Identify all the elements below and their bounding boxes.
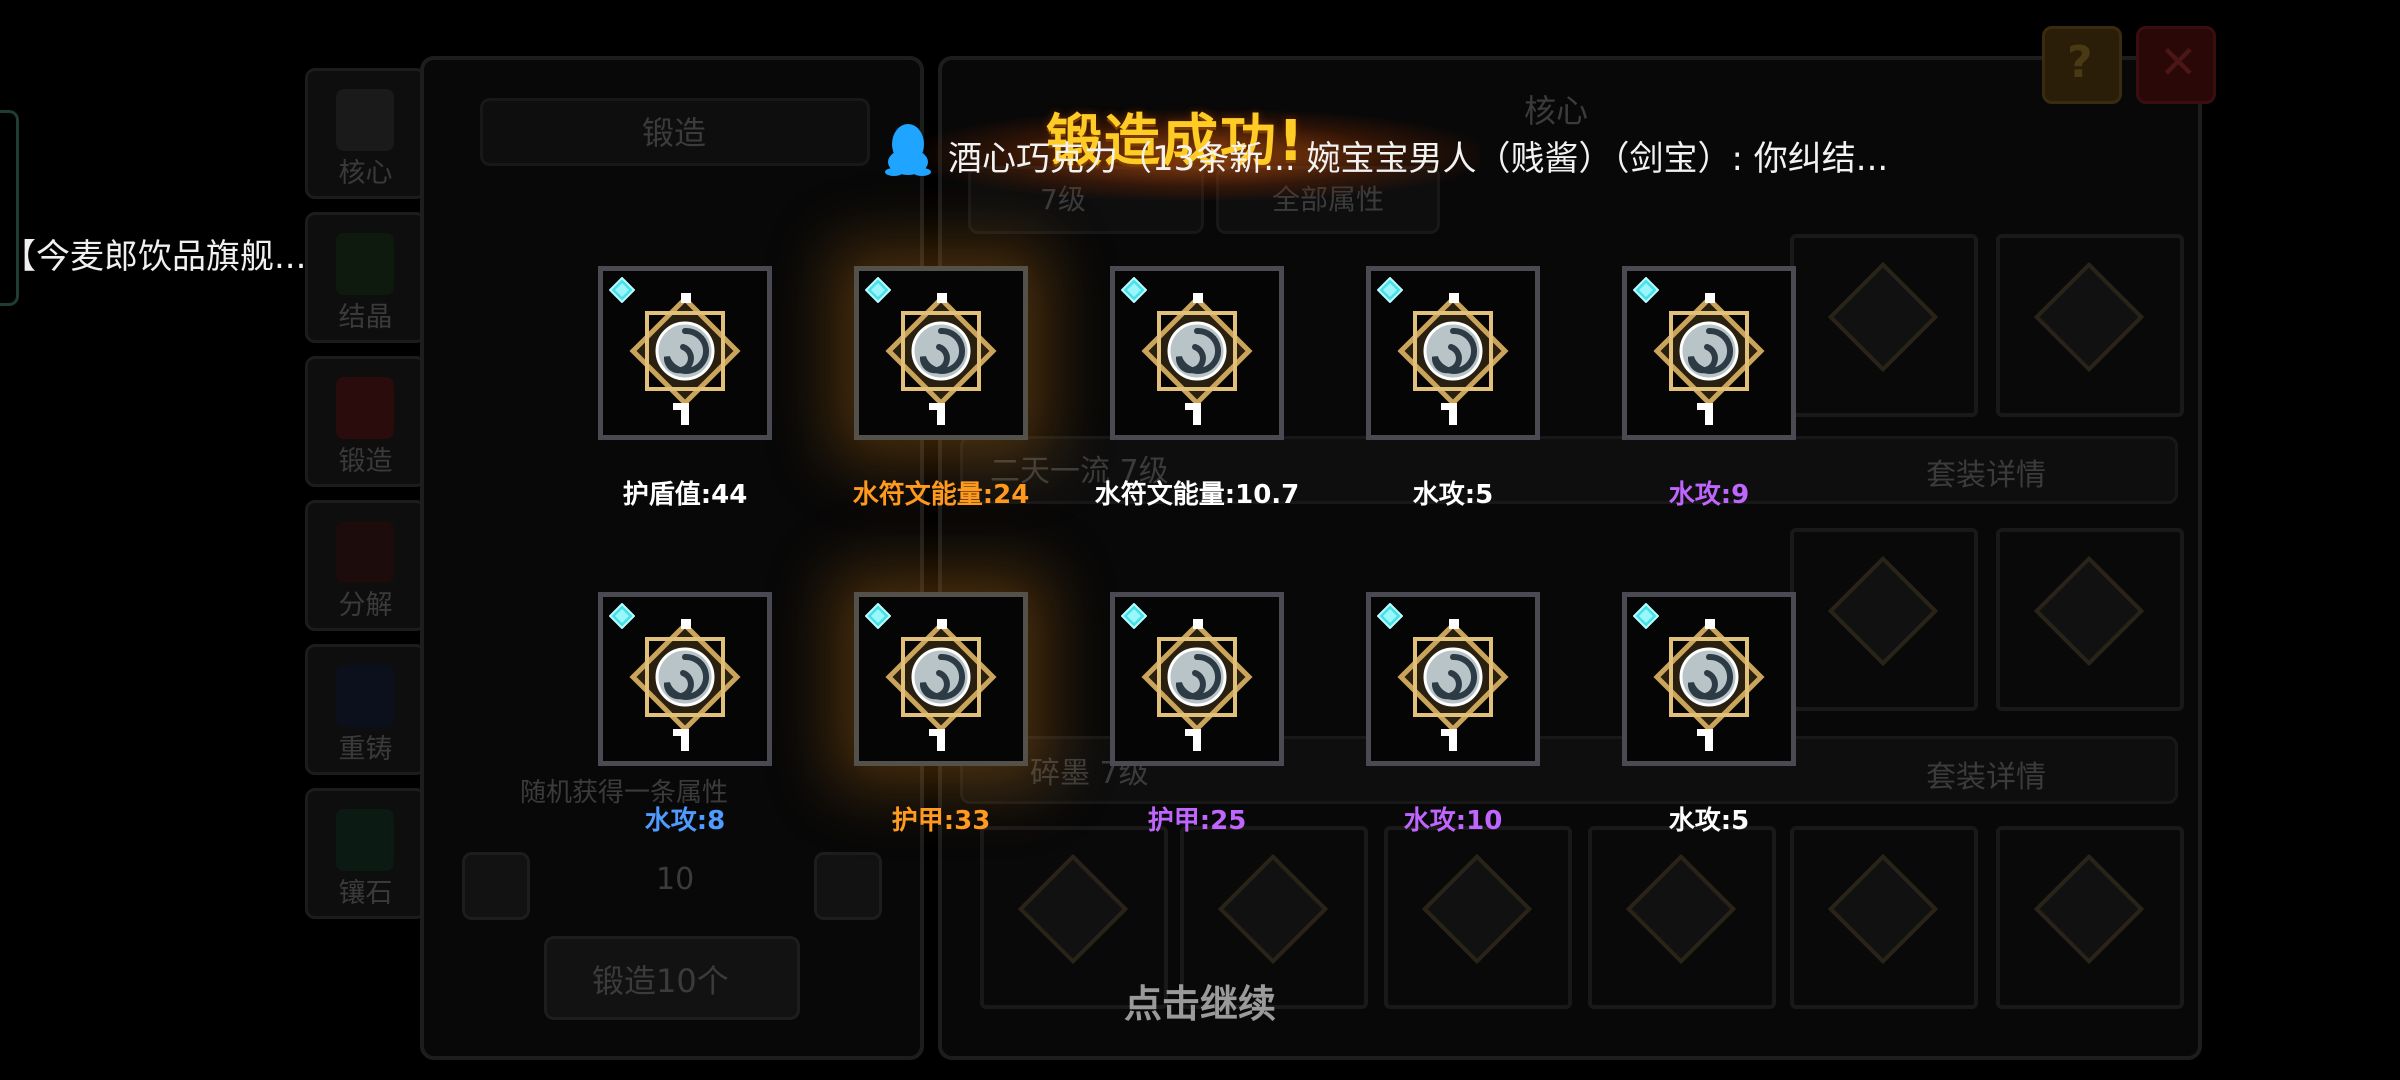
core-emblem-icon [1653,293,1765,425]
result-item-card[interactable] [1366,592,1540,766]
tab-inlay[interactable]: 镶石 [305,788,426,919]
result-item-card[interactable] [1110,266,1284,440]
result-item-card[interactable] [1622,266,1796,440]
result-item-label: 水攻:10 [1403,806,1503,836]
core-emblem-icon [629,619,741,751]
core-emblem-icon [629,293,741,425]
set1-detail[interactable]: 套装详情 [1926,450,2046,494]
result-item-card[interactable] [598,592,772,766]
crystal-icon [336,233,394,295]
result-item-card[interactable] [598,266,772,440]
tab-crystal-label: 结晶 [338,302,393,333]
forge-header: 锻造 [642,114,707,152]
core-emblem-icon [885,293,997,425]
result-item-label: 护甲:33 [891,806,991,836]
result-item-card[interactable] [1622,592,1796,766]
close-icon: ✕ [2159,35,2198,89]
forge-10-label: 锻造10个 [592,962,729,1000]
recast-icon [336,665,394,727]
core-slot[interactable] [1996,826,2184,1009]
decompose-icon [336,521,394,583]
core-emblem-icon [1141,619,1253,751]
tab-core-label: 核心 [338,158,393,189]
core-emblem-icon [1397,619,1509,751]
result-item-card[interactable] [1110,592,1284,766]
core-header: 核心 [1524,92,1589,130]
tab-recast[interactable]: 重铸 [305,644,426,775]
core-emblem-icon [1653,619,1765,751]
result-item-card[interactable] [854,592,1028,766]
core-icon [336,89,394,151]
result-item-label: 水符文能量:10.7 [1094,480,1300,510]
close-button[interactable]: ✕ [2136,26,2216,104]
tab-recast-label: 重铸 [338,734,393,765]
tab-decompose[interactable]: 分解 [305,500,426,631]
result-item-label: 护盾值:44 [622,480,748,510]
tab-inlay-label: 镶石 [338,878,393,909]
result-item-card[interactable] [1366,266,1540,440]
core-slot[interactable] [1996,234,2184,417]
result-item-label: 水符文能量:24 [852,480,1030,510]
increase-button[interactable] [814,852,882,920]
tab-decompose-label: 分解 [338,590,393,621]
qq-penguin-icon[interactable] [883,122,933,178]
decrease-button[interactable] [462,852,530,920]
tab-forge[interactable]: 锻造 [305,356,426,487]
core-emblem-icon [1141,293,1253,425]
result-item-label: 护甲:25 [1147,806,1247,836]
core-slot[interactable] [1790,234,1978,417]
result-item-card[interactable] [854,266,1028,440]
result-item-label: 水攻:5 [1668,806,1750,836]
left-notification-text[interactable]: 【今麦郎饮品旗舰... [2,229,306,278]
tab-forge-label: 锻造 [338,446,393,477]
tab-core[interactable]: 核心 [305,68,426,199]
help-button[interactable]: ? [2042,26,2122,104]
set2-detail[interactable]: 套装详情 [1926,752,2046,796]
quantity-value: 10 [656,862,695,897]
result-item-label: 水攻:9 [1668,480,1750,510]
result-item-label: 水攻:5 [1412,480,1494,510]
core-slot[interactable] [1384,826,1572,1009]
inlay-icon [336,809,394,871]
qq-message-banner[interactable]: 酒心巧克力（13条新... 婉宝宝男人（贱酱）（剑宝）: 你纠结... [948,131,1888,180]
core-emblem-icon [1397,293,1509,425]
core-slot[interactable] [1996,528,2184,711]
result-item-label: 水攻:8 [644,806,726,836]
forge-icon [336,377,394,439]
question-icon: ? [2067,37,2093,88]
core-slot[interactable] [1588,826,1776,1009]
core-emblem-icon [885,619,997,751]
core-slot[interactable] [1790,826,1978,1009]
core-slot[interactable] [1790,528,1978,711]
tap-to-continue[interactable]: 点击继续 [1124,973,1276,1028]
tab-crystal[interactable]: 结晶 [305,212,426,343]
